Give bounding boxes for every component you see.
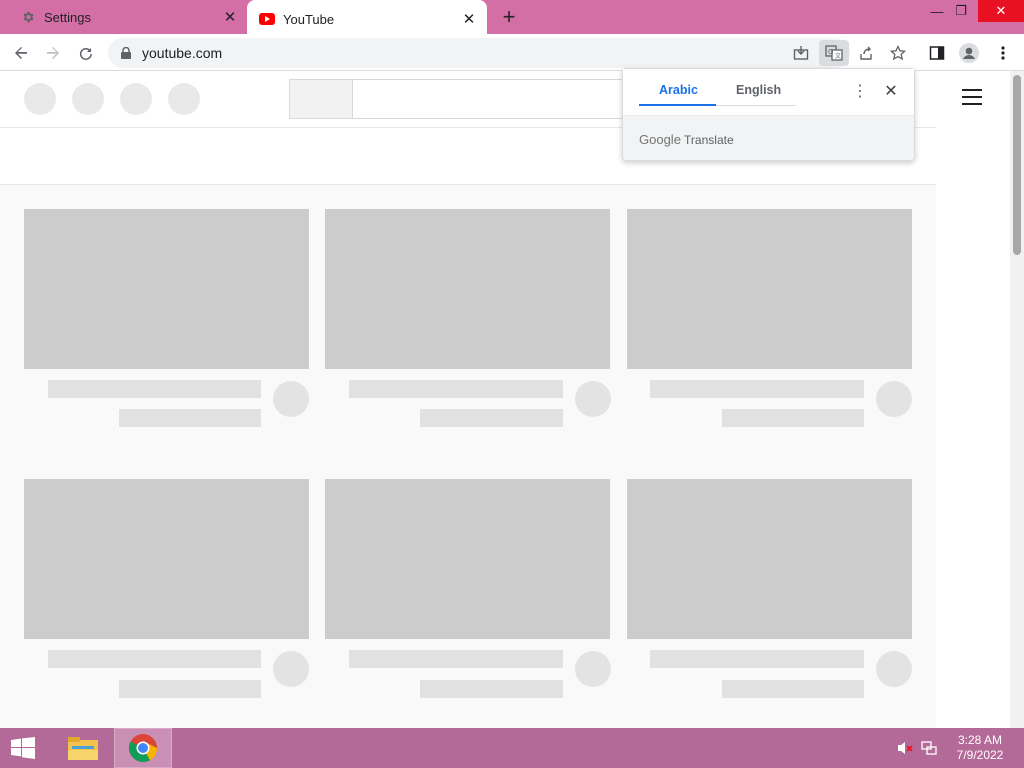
windows-start-icon[interactable] — [8, 737, 38, 759]
title-line-skeleton — [349, 650, 563, 668]
new-tab-button[interactable]: + — [497, 4, 521, 29]
bookmark-star-icon[interactable] — [885, 40, 911, 66]
profile-avatar-icon[interactable] — [956, 40, 982, 66]
translate-brand-text: Translate — [684, 133, 734, 147]
channel-avatar-skeleton — [273, 381, 309, 417]
search-box-skeleton[interactable] — [289, 79, 629, 119]
translate-popup-footer: Google Translate — [623, 115, 914, 160]
title-line-skeleton — [48, 650, 261, 668]
meta-line-skeleton — [119, 680, 261, 698]
skeleton-circle — [72, 83, 104, 115]
skeleton-circle — [24, 83, 56, 115]
video-thumbnail-skeleton — [325, 209, 610, 369]
close-tab-icon[interactable]: ✕ — [459, 9, 479, 29]
meta-line-skeleton — [420, 409, 563, 427]
browser-toolbar: youtube.com G文 — [0, 34, 1024, 71]
video-grid — [0, 185, 936, 728]
channel-avatar-skeleton — [876, 651, 912, 687]
window-close-button[interactable]: ✕ — [978, 0, 1024, 22]
google-translate-logo: Google Translate — [639, 132, 734, 147]
right-margin — [936, 71, 1010, 728]
more-options-icon[interactable]: ⋮ — [851, 81, 869, 101]
lock-icon[interactable] — [120, 46, 132, 60]
selected-tab-underline — [639, 104, 716, 106]
volume-muted-icon[interactable] — [896, 739, 914, 757]
video-thumbnail-skeleton — [627, 479, 912, 639]
translate-icon[interactable]: G文 — [819, 40, 849, 66]
tab-title: Settings — [44, 9, 91, 25]
share-icon[interactable] — [853, 40, 879, 66]
translate-popup-header: Arabic English ⋮ ✕ — [623, 69, 914, 115]
clock-date: 7/9/2022 — [956, 748, 1004, 762]
meta-line-skeleton — [119, 409, 261, 427]
file-explorer-icon[interactable] — [54, 728, 112, 768]
back-button[interactable] — [8, 40, 34, 66]
reload-button[interactable] — [73, 40, 99, 66]
chrome-taskbar-icon[interactable] — [114, 728, 172, 768]
restore-button[interactable]: ❐ — [944, 0, 978, 22]
page-content — [0, 71, 1010, 728]
side-panel-icon[interactable] — [924, 40, 950, 66]
translate-popup: Arabic English ⋮ ✕ Google Translate — [622, 68, 915, 161]
address-bar[interactable]: youtube.com — [108, 38, 850, 68]
language-tab-english[interactable]: English — [736, 83, 781, 107]
skeleton-circle — [120, 83, 152, 115]
title-line-skeleton — [349, 380, 563, 398]
video-thumbnail-skeleton — [24, 479, 309, 639]
svg-text:文: 文 — [835, 52, 841, 60]
page-scrollbar[interactable] — [1010, 71, 1024, 728]
meta-line-skeleton — [722, 680, 864, 698]
tab-settings[interactable]: Settings ✕ — [8, 0, 248, 34]
forward-button[interactable] — [40, 40, 66, 66]
taskbar: 3:28 AM 7/9/2022 — [0, 728, 1024, 768]
channel-avatar-skeleton — [575, 651, 611, 687]
title-bar: Settings ✕ YouTube ✕ + — ❐ ✕ — [0, 0, 1024, 38]
video-thumbnail-skeleton — [325, 479, 610, 639]
svg-text:G: G — [828, 48, 833, 56]
title-line-skeleton — [48, 380, 261, 398]
hamburger-menu-icon[interactable] — [962, 89, 982, 105]
install-app-icon[interactable] — [788, 40, 814, 66]
channel-avatar-skeleton — [575, 381, 611, 417]
meta-line-skeleton — [420, 680, 563, 698]
tab-title: YouTube — [283, 11, 335, 27]
channel-avatar-skeleton — [876, 381, 912, 417]
gear-icon — [20, 9, 36, 25]
video-thumbnail-skeleton — [24, 209, 309, 369]
video-thumbnail-skeleton — [627, 209, 912, 369]
youtube-icon — [259, 11, 275, 27]
title-line-skeleton — [650, 650, 864, 668]
system-clock[interactable]: 3:28 AM 7/9/2022 — [944, 733, 1016, 763]
skeleton-circle — [168, 83, 200, 115]
clock-time: 3:28 AM — [957, 733, 1003, 747]
scrollbar-thumb[interactable] — [1013, 75, 1021, 255]
url-text: youtube.com — [142, 45, 223, 61]
tab-divider — [716, 105, 796, 106]
channel-avatar-skeleton — [273, 651, 309, 687]
title-line-skeleton — [650, 380, 864, 398]
menu-kebab-icon[interactable] — [990, 40, 1016, 66]
google-brand-text: Google — [639, 132, 681, 147]
tab-youtube[interactable]: YouTube ✕ — [247, 0, 487, 38]
network-icon[interactable] — [920, 739, 938, 757]
close-tab-icon[interactable]: ✕ — [220, 7, 240, 27]
meta-line-skeleton — [722, 409, 864, 427]
close-icon[interactable]: ✕ — [881, 81, 901, 101]
